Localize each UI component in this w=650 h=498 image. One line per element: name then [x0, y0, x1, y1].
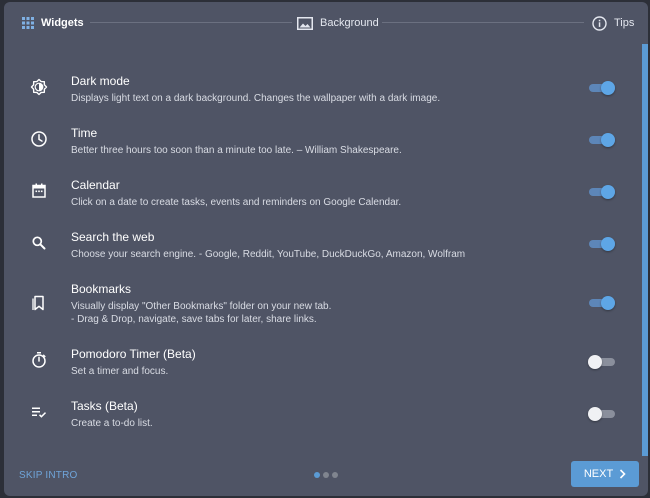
step-connector: [382, 22, 584, 23]
search-toggle[interactable]: [588, 235, 616, 253]
bookmarks-toggle[interactable]: [588, 294, 616, 312]
step-widgets[interactable]: Widgets: [22, 14, 84, 32]
info-icon: [592, 15, 607, 31]
toggle-knob: [601, 237, 615, 251]
widget-row-dark-mode: Dark mode Displays light text on a dark …: [4, 74, 640, 108]
widget-description: Click on a date to create tasks, events …: [71, 197, 402, 208]
toggle-knob: [601, 81, 615, 95]
pomodoro-toggle[interactable]: [588, 353, 616, 371]
dark-mode-toggle[interactable]: [588, 79, 616, 97]
clock-icon: [30, 130, 48, 148]
stepper: Widgets Background Tips: [4, 2, 648, 42]
widget-row-bookmarks: Bookmarks Visually display "Other Bookma…: [4, 282, 640, 328]
page-dot[interactable]: [332, 472, 338, 478]
page-dot[interactable]: [323, 472, 329, 478]
widget-row-tasks: Tasks (Beta) Create a to-do list.: [4, 399, 640, 433]
step-label: Tips: [614, 17, 635, 29]
step-label: Widgets: [41, 17, 84, 29]
widget-description: Set a timer and focus.: [71, 366, 169, 377]
widget-row-calendar: Calendar Click on a date to create tasks…: [4, 178, 640, 212]
widget-description: Create a to-do list.: [71, 418, 153, 429]
scrollbar[interactable]: [642, 44, 648, 456]
tasks-toggle[interactable]: [588, 405, 616, 423]
toggle-knob: [601, 296, 615, 310]
next-button-label: NEXT: [583, 468, 614, 480]
step-connector: [90, 22, 292, 23]
toggle-knob: [601, 185, 615, 199]
image-icon: [297, 16, 313, 30]
widget-title: Tasks (Beta): [71, 399, 138, 413]
time-toggle[interactable]: [588, 131, 616, 149]
timer-icon: [30, 351, 48, 369]
next-button[interactable]: NEXT: [571, 461, 639, 487]
widget-title: Time: [71, 126, 98, 140]
widget-title: Bookmarks: [71, 282, 132, 296]
search-icon: [30, 234, 48, 252]
page-dot[interactable]: [314, 472, 320, 478]
footer: SKIP INTRO NEXT: [4, 458, 648, 496]
toggle-knob: [588, 355, 602, 369]
bookmark-icon: [30, 294, 48, 312]
toggle-knob: [588, 407, 602, 421]
widget-title: Calendar: [71, 178, 120, 192]
step-label: Background: [320, 17, 379, 29]
widget-title: Search the web: [71, 230, 155, 244]
widget-description: Better three hours too soon than a minut…: [71, 145, 402, 156]
toggle-knob: [601, 133, 615, 147]
widget-description: Choose your search engine. - Google, Red…: [71, 249, 466, 260]
widget-title: Pomodoro Timer (Beta): [71, 347, 196, 361]
widget-description: Displays light text on a dark background…: [71, 93, 441, 104]
widget-description-line-2: - Drag & Drop, navigate, save tabs for l…: [71, 314, 317, 325]
widget-title: Dark mode: [71, 74, 130, 88]
grid-icon: [22, 17, 34, 29]
checklist-icon: [30, 403, 48, 421]
brightness-icon: [30, 78, 48, 96]
chevron-right-icon: [613, 469, 626, 479]
widget-row-pomodoro: Pomodoro Timer (Beta) Set a timer and fo…: [4, 347, 640, 381]
intro-dialog: Widgets Background Tips Dark mode Displa…: [4, 2, 648, 496]
widget-row-search: Search the web Choose your search engine…: [4, 230, 640, 264]
widget-row-time: Time Better three hours too soon than a …: [4, 126, 640, 160]
step-background[interactable]: Background: [297, 14, 379, 32]
step-tips[interactable]: Tips: [592, 14, 634, 32]
skip-intro-link[interactable]: SKIP INTRO: [19, 470, 78, 481]
calendar-toggle[interactable]: [588, 183, 616, 201]
calendar-icon: [30, 182, 48, 200]
